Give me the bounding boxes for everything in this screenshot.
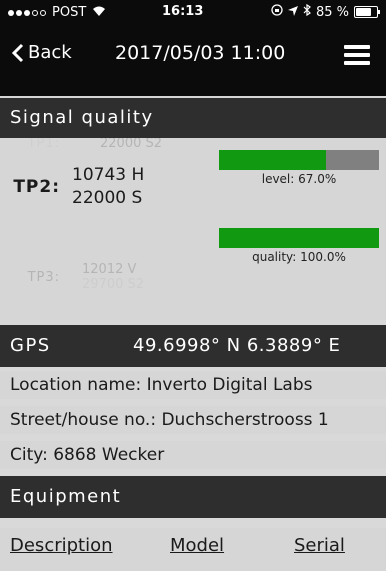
tp2-label: TP2: [13, 177, 60, 197]
signal-quality-header: Signal quality [0, 98, 386, 138]
location-arrow-icon [287, 5, 298, 20]
page-title: 2017/05/03 11:00 [115, 42, 286, 64]
tp3-symbol-rate: 29700 S2 [82, 277, 145, 292]
location-name: Location name: Inverto Digital Labs [0, 371, 386, 399]
wifi-icon [92, 6, 106, 20]
level-bar [219, 150, 379, 170]
back-label: Back [28, 42, 72, 63]
column-description[interactable]: Description [10, 535, 113, 556]
battery-icon [354, 6, 380, 18]
level-label: level: 67.0% [261, 172, 337, 186]
navigation-bar: Back 2017/05/03 11:00 [0, 34, 386, 78]
tp3-row[interactable]: TP3: 12012 V 29700 S2 [0, 262, 144, 292]
tp2-row[interactable]: TP2: 10743 H 22000 S [0, 164, 144, 210]
quality-bar-fill [219, 228, 379, 248]
tp1-symbol-rate: 22000 S2 [100, 138, 163, 151]
gps-coordinates: 49.6998° N 6.3889° E [133, 335, 341, 356]
level-bar-fill [219, 150, 327, 170]
tp1-label: TP1: [27, 138, 60, 151]
gps-bar: GPS 49.6998° N 6.3889° E [0, 325, 386, 367]
carrier-indicator: POST [8, 5, 106, 20]
hamburger-menu-icon[interactable] [344, 45, 370, 65]
status-right: 85 % [271, 3, 380, 20]
chevron-left-icon [12, 43, 24, 62]
column-serial[interactable]: Serial [294, 535, 345, 556]
carrier-name: POST [52, 5, 87, 20]
battery-percent: 85 % [315, 4, 349, 20]
gps-label: GPS [10, 335, 51, 356]
equipment-header: Equipment [0, 476, 386, 518]
signal-quality-panel[interactable]: TP1: 22000 S2 TP2: 10743 H 22000 S TP3: … [0, 138, 386, 320]
tp1-row[interactable]: TP1: 22000 S2 [0, 138, 162, 151]
lock-rotation-icon [271, 4, 283, 20]
column-model[interactable]: Model [170, 535, 224, 556]
equipment-columns: Description Model Serial [0, 528, 386, 571]
status-bar: POST 16:13 85 % [0, 0, 386, 24]
signal-strength-icon [8, 9, 46, 16]
city: City: 6868 Wecker [0, 441, 386, 469]
tp3-frequency: 12012 V [82, 262, 137, 277]
street-address: Street/house no.: Duchscherstrooss 1 [0, 406, 386, 434]
back-button[interactable]: Back [12, 42, 72, 63]
bluetooth-icon [303, 3, 311, 20]
quality-bar [219, 228, 379, 248]
quality-label: quality: 100.0% [252, 250, 346, 264]
top-bar: POST 16:13 85 % Back 2017/05/03 11:00 [0, 0, 386, 96]
tp3-label: TP3: [27, 269, 60, 285]
tp2-frequency: 10743 H [72, 165, 145, 185]
status-time: 16:13 [162, 4, 204, 19]
tp2-symbol-rate: 22000 S [72, 188, 143, 208]
